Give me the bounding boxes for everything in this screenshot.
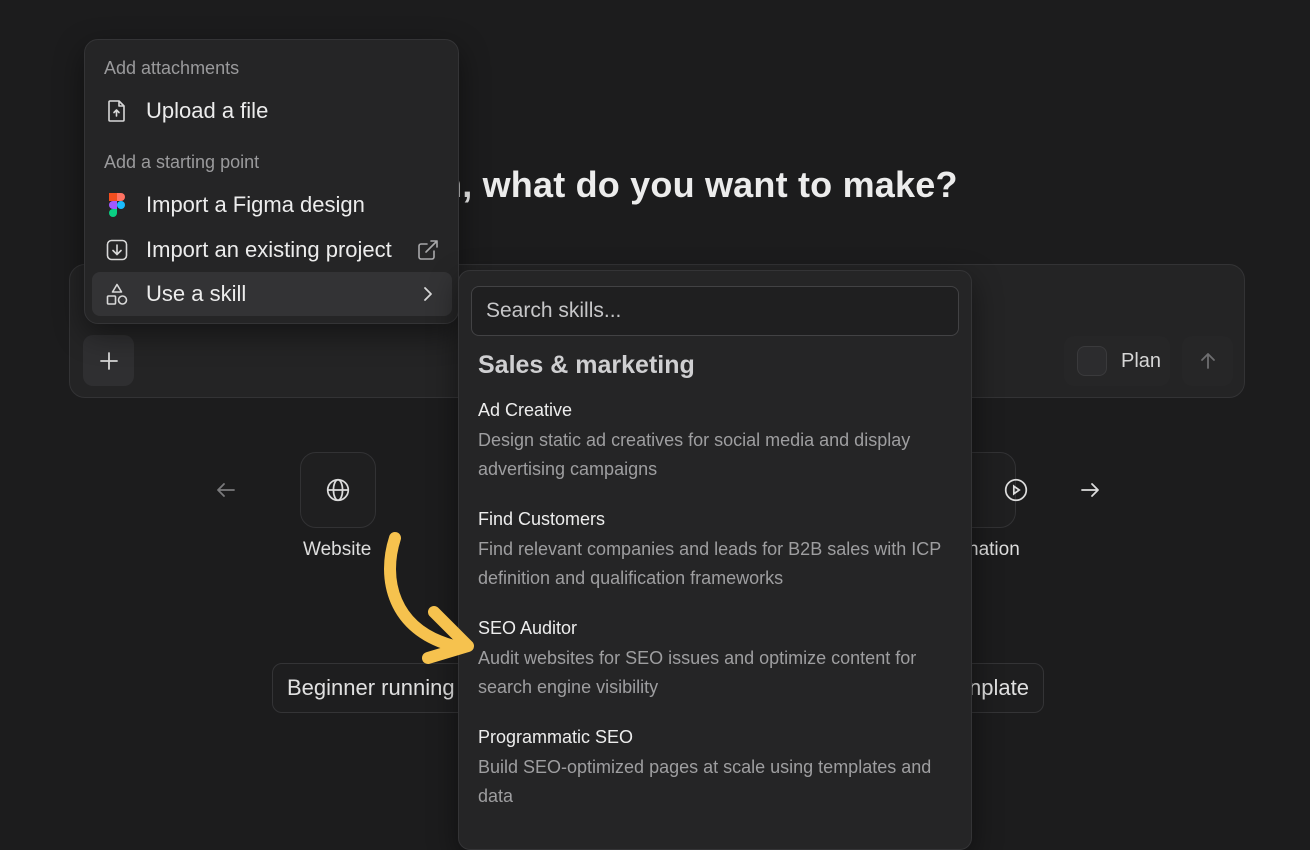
search-skills-input[interactable] [471,286,959,336]
skill-description: Audit websites for SEO issues and optimi… [478,648,917,697]
skill-description: Build SEO-optimized pages at scale using… [478,757,932,806]
suggestion-chip-label: Beginner running [287,675,455,700]
menu-item-upload-file[interactable]: Upload a file [92,89,452,133]
tile-website-label: Website [303,539,372,560]
figma-icon [105,193,129,217]
suggestion-chip-label: nplate [969,675,1029,700]
skill-item-ad-creative[interactable]: Ad Creative Design static ad creatives f… [478,398,958,484]
skill-description: Design static ad creatives for social me… [478,430,911,479]
skill-item-programmatic-seo[interactable]: Programmatic SEO Build SEO-optimized pag… [478,725,958,811]
menu-item-import-figma[interactable]: Import a Figma design [92,183,452,227]
skill-description: Find relevant companies and leads for B2… [478,539,941,588]
plan-label: Plan [1121,349,1162,372]
plan-toggle[interactable]: Plan [1064,336,1170,386]
menu-item-label: Import a Figma design [146,192,365,217]
skill-name: Ad Creative [478,400,573,420]
skill-category-heading: Sales & marketing [478,351,695,379]
skill-name: SEO Auditor [478,618,578,638]
chevron-right-icon [416,282,440,306]
download-box-icon [105,238,129,262]
annotation-arrow-icon [378,530,478,670]
arrow-left-icon [214,478,238,502]
carousel-next-button[interactable] [1078,478,1102,502]
arrow-up-icon [1198,351,1218,371]
menu-item-label: Upload a file [146,98,269,123]
globe-icon [325,477,351,503]
plan-checkbox[interactable] [1077,346,1107,376]
external-link-icon [416,238,440,262]
attachments-menu: Add attachments Upload a file Add a star… [84,39,459,324]
file-upload-icon [105,99,129,123]
skill-item-seo-auditor[interactable]: SEO Auditor Audit websites for SEO issue… [478,616,958,702]
tile-website[interactable] [300,452,376,528]
send-button[interactable] [1182,336,1233,386]
shapes-icon [105,282,129,306]
plus-icon [99,351,119,371]
menu-item-label: Use a skill [146,281,247,306]
page-heading: n, what do you want to make? [440,164,958,205]
menu-section-starting-point: Add a starting point [104,152,260,172]
carousel-prev-button[interactable] [214,478,238,502]
add-button[interactable] [83,335,134,386]
menu-section-attachments: Add attachments [104,58,240,78]
skill-name: Find Customers [478,509,606,529]
tile-animation-label: nation [968,539,1020,560]
skill-name: Programmatic SEO [478,727,634,747]
menu-item-label: Import an existing project [146,237,392,262]
menu-item-use-skill[interactable]: Use a skill [92,272,452,316]
skills-submenu: Sales & marketing Ad Creative Design sta… [458,270,972,850]
menu-item-import-project[interactable]: Import an existing project [92,228,452,272]
play-circle-icon [1003,477,1029,503]
arrow-right-icon [1078,478,1102,502]
suggestion-chip[interactable]: Beginner running [272,663,472,713]
skill-item-find-customers[interactable]: Find Customers Find relevant companies a… [478,507,958,593]
